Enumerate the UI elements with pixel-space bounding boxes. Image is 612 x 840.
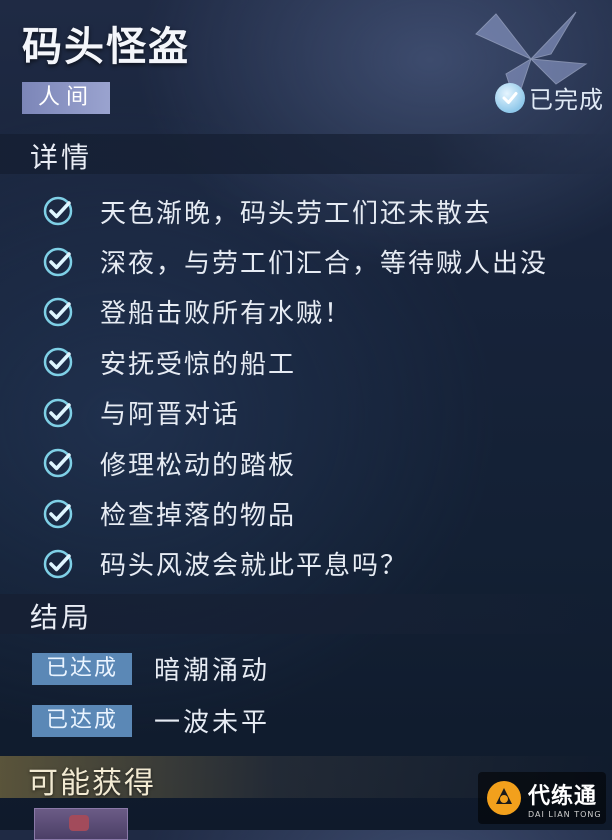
objective-item: 检查掉落的物品: [42, 488, 548, 538]
objective-text: 与阿晋对话: [100, 400, 241, 431]
brand-logo-icon: [487, 781, 521, 815]
details-section-title: 详情: [30, 141, 93, 174]
objective-text: 天色渐晚，码头劳工们还未散去: [100, 198, 493, 229]
objective-text: 码头风波会就此平息吗？: [100, 551, 409, 582]
check-icon: [43, 398, 73, 427]
watermark-name: 代练通: [528, 783, 598, 809]
endings-section-title: 结局: [30, 601, 93, 634]
achieved-badge: 已达成: [32, 704, 132, 737]
quest-title: 码头怪盗: [22, 24, 190, 70]
watermark: 代练通 DAI LIAN TONG: [478, 772, 606, 824]
objective-text: 登船击败所有水贼！: [100, 299, 353, 330]
rewards-section-title: 可能获得: [28, 766, 156, 801]
objective-text: 修理松动的踏板: [100, 450, 297, 481]
check-icon: [43, 448, 73, 478]
objective-text: 检查掉落的物品: [100, 501, 297, 532]
quest-status: 已完成: [495, 80, 604, 115]
completed-check-icon: [495, 82, 525, 113]
objective-item: 修理松动的踏板: [42, 438, 548, 488]
check-icon: [43, 247, 73, 276]
objective-item: 安抚受惊的船工: [42, 337, 548, 387]
check-icon: [43, 549, 73, 579]
ending-name: 暗潮涌动: [154, 656, 271, 686]
objective-list: 天色渐晚，码头劳工们还未散去 深夜，与劳工们汇合，等待贼人出没 登船击败所有水贼…: [42, 186, 548, 589]
objective-text: 安抚受惊的船工: [100, 349, 297, 380]
objective-text: 深夜，与劳工们汇合，等待贼人出没: [100, 249, 549, 280]
reward-item-icon: [69, 815, 89, 831]
check-icon: [43, 297, 73, 327]
objective-item: 码头风波会就此平息吗？: [42, 539, 548, 589]
status-label: 已完成: [529, 86, 604, 114]
watermark-pinyin: DAI LIAN TONG: [528, 809, 602, 819]
check-icon: [43, 348, 73, 377]
reward-item-slot[interactable]: [34, 808, 128, 840]
realm-tag: 人间: [22, 82, 110, 114]
check-icon: [43, 196, 73, 226]
objective-item: 与阿晋对话: [42, 388, 548, 438]
objective-item: 登船击败所有水贼！: [42, 287, 548, 337]
ending-item: 已达成 暗潮涌动: [32, 650, 270, 687]
objective-item: 深夜，与劳工们汇合，等待贼人出没: [42, 236, 548, 286]
ending-name: 一波未平: [154, 708, 271, 738]
achieved-badge: 已达成: [32, 652, 132, 685]
ending-item: 已达成 一波未平: [32, 702, 270, 739]
objective-item: 天色渐晚，码头劳工们还未散去: [42, 186, 548, 236]
check-icon: [43, 499, 73, 528]
